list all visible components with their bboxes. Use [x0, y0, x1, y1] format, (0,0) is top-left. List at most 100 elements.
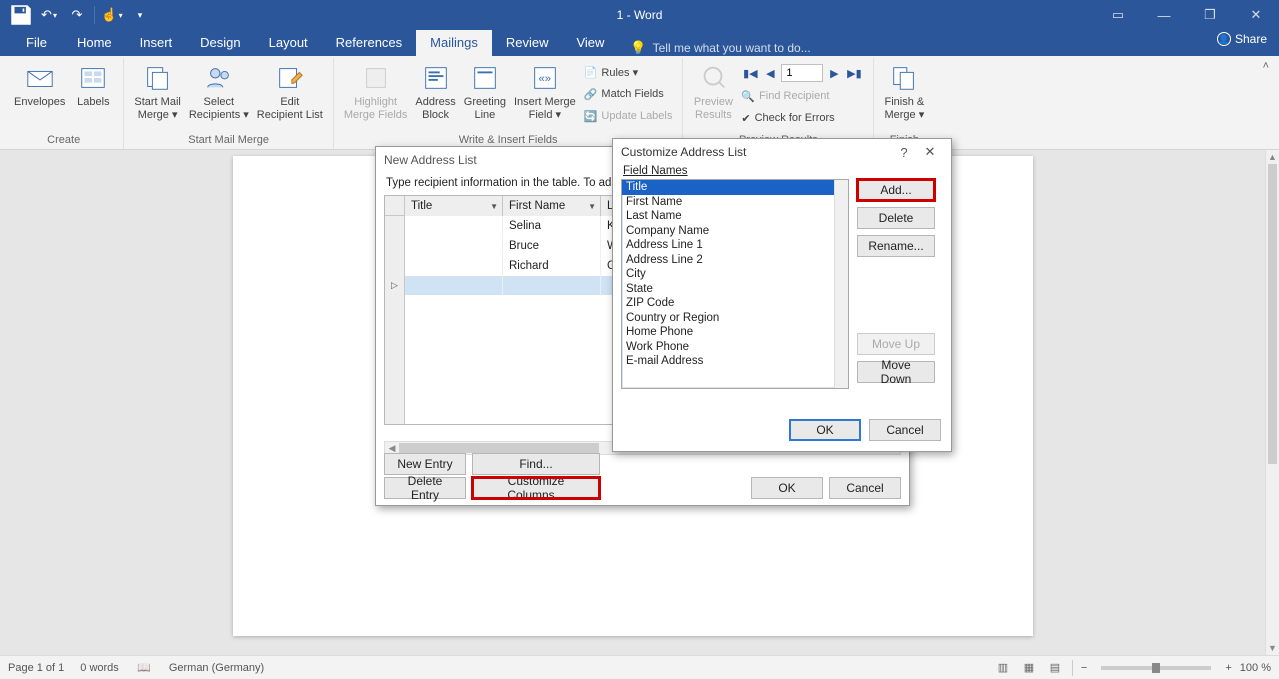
finish-merge-button[interactable]: Finish & Merge ▾: [880, 60, 928, 132]
match-fields-button[interactable]: 🔗Match Fields: [584, 84, 673, 104]
start-mail-merge-button[interactable]: Start Mail Merge ▾: [130, 60, 184, 132]
next-record-icon[interactable]: ▶: [825, 67, 843, 80]
find-button[interactable]: Find...: [472, 453, 600, 475]
dropdown-icon[interactable]: ▼: [588, 202, 596, 211]
field-item[interactable]: E-mail Address: [622, 354, 848, 369]
rules-icon: 📄: [584, 66, 598, 79]
envelopes-button[interactable]: Envelopes: [10, 60, 69, 132]
field-item[interactable]: ZIP Code: [622, 296, 848, 311]
address-block-button[interactable]: Address Block: [411, 60, 459, 132]
delete-button[interactable]: Delete: [857, 207, 935, 229]
field-item[interactable]: Home Phone: [622, 325, 848, 340]
grid-cell[interactable]: Selina: [503, 216, 601, 236]
save-icon[interactable]: [8, 3, 34, 27]
cancel-button[interactable]: Cancel: [869, 419, 941, 441]
tab-references[interactable]: References: [322, 30, 416, 56]
tab-layout[interactable]: Layout: [255, 30, 322, 56]
move-down-button[interactable]: Move Down: [857, 361, 935, 383]
list-scrollbar[interactable]: [834, 180, 848, 388]
cancel-button[interactable]: Cancel: [829, 477, 901, 499]
spellcheck-icon[interactable]: 📖: [135, 659, 153, 677]
page-indicator[interactable]: Page 1 of 1: [8, 662, 64, 674]
field-item[interactable]: Work Phone: [622, 340, 848, 355]
field-item[interactable]: City: [622, 267, 848, 282]
field-item[interactable]: Title: [622, 180, 848, 195]
redo-icon[interactable]: ↷: [64, 3, 90, 27]
close-button[interactable]: ✕: [917, 144, 943, 160]
field-item[interactable]: State: [622, 282, 848, 297]
status-bar: Page 1 of 1 0 words 📖 German (Germany) ▥…: [0, 655, 1279, 679]
ok-button[interactable]: OK: [789, 419, 861, 441]
zoom-out-button[interactable]: −: [1081, 662, 1087, 674]
minimize-button[interactable]: —: [1141, 0, 1187, 30]
edit-recipient-list-button[interactable]: Edit Recipient List: [253, 60, 327, 132]
column-header-title[interactable]: Title▼: [405, 196, 503, 216]
zoom-percent[interactable]: 100 %: [1240, 662, 1271, 674]
tab-view[interactable]: View: [562, 30, 618, 56]
first-record-icon[interactable]: ▮◀: [741, 67, 759, 80]
field-names-list[interactable]: TitleFirst NameLast NameCompany NameAddr…: [621, 179, 849, 389]
field-item[interactable]: First Name: [622, 195, 848, 210]
collapse-ribbon-icon[interactable]: ˄: [1263, 60, 1269, 72]
ok-button[interactable]: OK: [751, 477, 823, 499]
restore-button[interactable]: ❐: [1187, 0, 1233, 30]
field-item[interactable]: Company Name: [622, 224, 848, 239]
field-item[interactable]: Address Line 2: [622, 253, 848, 268]
insert-merge-field-button[interactable]: «»Insert Merge Field ▾: [510, 60, 580, 132]
scroll-thumb[interactable]: [399, 443, 599, 453]
web-layout-icon[interactable]: ▤: [1046, 659, 1064, 677]
grid-cell[interactable]: [405, 236, 503, 256]
grid-cell[interactable]: Bruce: [503, 236, 601, 256]
labels-button[interactable]: Labels: [69, 60, 117, 132]
qat-customize-icon[interactable]: ▾: [127, 3, 153, 27]
dropdown-icon[interactable]: ▼: [490, 202, 498, 211]
customize-columns-button[interactable]: Customize Columns...: [472, 477, 600, 499]
undo-icon[interactable]: ↶▾: [36, 3, 62, 27]
rules-button[interactable]: 📄Rules ▾: [584, 62, 673, 82]
tab-home[interactable]: Home: [63, 30, 126, 56]
tab-design[interactable]: Design: [186, 30, 254, 56]
scroll-down-icon[interactable]: ▼: [1266, 641, 1279, 655]
word-count[interactable]: 0 words: [80, 662, 119, 674]
scroll-thumb[interactable]: [1268, 164, 1277, 464]
field-item[interactable]: Country or Region: [622, 311, 848, 326]
prev-record-icon[interactable]: ◀: [761, 67, 779, 80]
grid-cell[interactable]: Richard: [503, 256, 601, 276]
last-record-icon[interactable]: ▶▮: [845, 67, 863, 80]
share-button[interactable]: 👤Share: [1217, 32, 1267, 46]
tab-file[interactable]: File: [10, 30, 63, 56]
zoom-in-button[interactable]: +: [1225, 662, 1231, 674]
grid-cell[interactable]: [405, 256, 503, 276]
delete-entry-button[interactable]: Delete Entry: [384, 477, 466, 499]
tab-review[interactable]: Review: [492, 30, 563, 56]
print-layout-icon[interactable]: ▦: [1020, 659, 1038, 677]
vertical-scrollbar[interactable]: ▲ ▼: [1265, 150, 1279, 655]
language-indicator[interactable]: German (Germany): [169, 662, 264, 674]
read-mode-icon[interactable]: ▥: [994, 659, 1012, 677]
add-button[interactable]: Add...: [857, 179, 935, 201]
column-header-firstname[interactable]: First Name▼: [503, 196, 601, 216]
grid-cell[interactable]: [405, 276, 503, 296]
grid-cell[interactable]: [503, 276, 601, 296]
record-navigator[interactable]: ▮◀ ◀ ▶ ▶▮: [741, 62, 863, 84]
rename-button[interactable]: Rename...: [857, 235, 935, 257]
tell-me-search[interactable]: 💡Tell me what you want to do...: [618, 40, 810, 56]
zoom-slider[interactable]: [1101, 666, 1211, 670]
field-item[interactable]: Last Name: [622, 209, 848, 224]
scroll-up-icon[interactable]: ▲: [1266, 150, 1279, 164]
record-number-input[interactable]: [781, 64, 823, 82]
grid-cell[interactable]: [405, 216, 503, 236]
select-recipients-button[interactable]: Select Recipients ▾: [185, 60, 253, 132]
scroll-left-icon[interactable]: ◀: [385, 443, 399, 454]
tab-mailings[interactable]: Mailings: [416, 30, 492, 56]
move-up-button: Move Up: [857, 333, 935, 355]
check-errors-button[interactable]: ✔Check for Errors: [741, 108, 863, 128]
new-entry-button[interactable]: New Entry: [384, 453, 466, 475]
field-item[interactable]: Address Line 1: [622, 238, 848, 253]
help-button[interactable]: ?: [891, 145, 917, 160]
tab-insert[interactable]: Insert: [126, 30, 187, 56]
close-button[interactable]: ✕: [1233, 0, 1279, 30]
ribbon-display-options[interactable]: ▭: [1095, 0, 1141, 30]
greeting-line-button[interactable]: Greeting Line: [460, 60, 510, 132]
touch-mode-icon[interactable]: ☝▾: [99, 3, 125, 27]
